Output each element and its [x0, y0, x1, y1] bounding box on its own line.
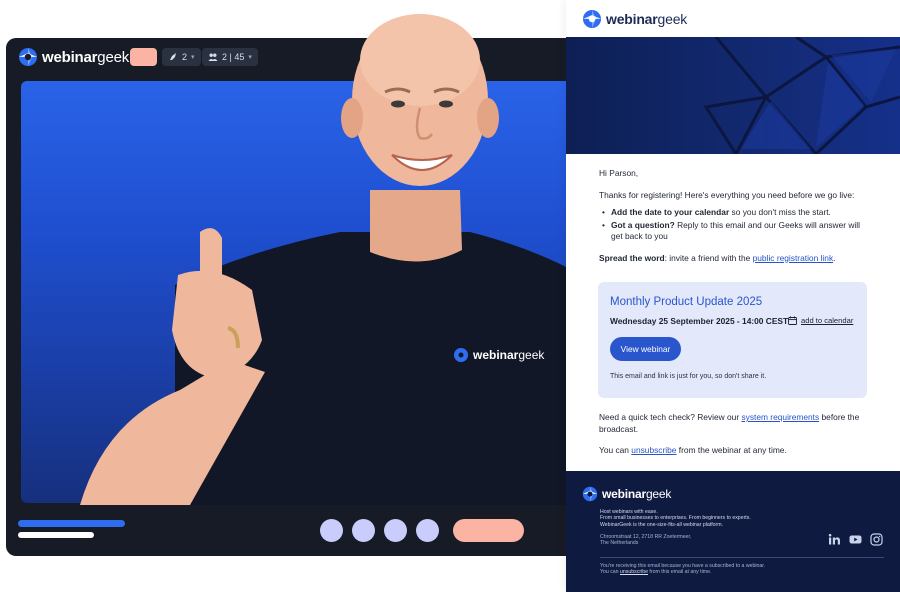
confirmation-email: webinargeek Hi Parson, Thanks for regist…: [566, 0, 900, 592]
event-title: Monthly Product Update 2025: [610, 296, 763, 308]
video-stage: [21, 81, 581, 503]
view-webinar-button[interactable]: View webinar: [610, 337, 681, 361]
linkedin-icon[interactable]: [828, 533, 841, 546]
presenters-count: 2: [182, 52, 188, 62]
player-logo: webinargeek: [18, 46, 129, 68]
email-footer: webinargeek Host webinars with ease. Fro…: [566, 471, 900, 592]
control-button-4[interactable]: [416, 519, 439, 542]
progress-bar: [18, 520, 125, 527]
unsubscribe-text: You can unsubscribe from the webinar at …: [599, 445, 787, 455]
footer-address: Chroomstraat 12, 2718 RR Zoetermeer, The…: [600, 534, 692, 547]
footer-legal: You're receiving this email because you …: [600, 563, 766, 576]
control-button-3[interactable]: [384, 519, 407, 542]
unsubscribe-link[interactable]: unsubscribe: [631, 445, 676, 455]
webinargeek-logo-icon: [583, 9, 601, 28]
shirt-logo-text: webinargeek: [473, 348, 545, 362]
record-button[interactable]: [130, 48, 157, 66]
presenters-chip[interactable]: 2 ▾: [162, 48, 201, 66]
footer-tagline: Host webinars with ease. From small busi…: [600, 509, 751, 528]
email-greeting: Hi Parson,: [599, 168, 639, 178]
rocket-icon: [170, 53, 176, 60]
progress-bar-secondary: [18, 532, 94, 538]
footer-unsubscribe-link[interactable]: unsubscribe: [620, 569, 648, 575]
footer-logo: webinargeek: [582, 486, 671, 502]
instagram-icon[interactable]: [870, 533, 883, 546]
email-banner: [566, 37, 900, 154]
webinargeek-logo-icon: [582, 486, 598, 502]
chevron-down-icon: ▾: [248, 54, 252, 61]
control-button-1[interactable]: [320, 519, 343, 542]
chevron-down-icon: ▾: [191, 54, 195, 61]
webinar-player: webinargeek 2 ▾ 2 | 45 ▾: [6, 38, 606, 556]
footer-divider: [600, 557, 884, 558]
attendees-count: 2 | 45: [222, 52, 245, 62]
email-body: Hi Parson, Thanks for registering! Here'…: [599, 168, 869, 274]
system-requirements-link[interactable]: system requirements: [741, 412, 819, 422]
calendar-icon: [788, 316, 797, 325]
event-card: Monthly Product Update 2025 Wednesday 25…: [598, 282, 867, 398]
footer-social: [828, 533, 883, 546]
footer-logo-text: webinargeek: [602, 487, 672, 501]
event-note: This email and link is just for you, so …: [610, 373, 767, 380]
email-logo-text: webinargeek: [606, 10, 688, 27]
list-item: Got a question? Reply to this email and …: [599, 220, 869, 243]
leave-button[interactable]: [453, 519, 524, 542]
email-header: webinargeek: [566, 0, 900, 37]
youtube-icon[interactable]: [849, 533, 862, 546]
public-registration-link[interactable]: public registration link: [753, 253, 834, 263]
email-intro: Thanks for registering! Here's everythin…: [599, 189, 855, 200]
add-to-calendar-link[interactable]: add to calendar: [788, 316, 853, 325]
spread-the-word: Spread the word: invite a friend with th…: [599, 252, 836, 263]
people-icon: [208, 53, 218, 61]
attendees-chip[interactable]: 2 | 45 ▾: [202, 48, 258, 66]
tech-check-text: Need a quick tech check? Review our syst…: [599, 412, 860, 434]
list-item: Add the date to your calendar so you don…: [599, 207, 869, 219]
email-body-bottom: Need a quick tech check? Review our syst…: [599, 412, 869, 467]
event-date: Wednesday 25 September 2025 - 14:00 CEST: [610, 316, 789, 326]
control-button-2[interactable]: [352, 519, 375, 542]
email-bullets: Add the date to your calendar so you don…: [599, 207, 869, 243]
webinargeek-logo-icon: [19, 48, 37, 66]
banner-pattern: [703, 37, 900, 154]
player-logo-text: webinargeek: [42, 48, 130, 66]
